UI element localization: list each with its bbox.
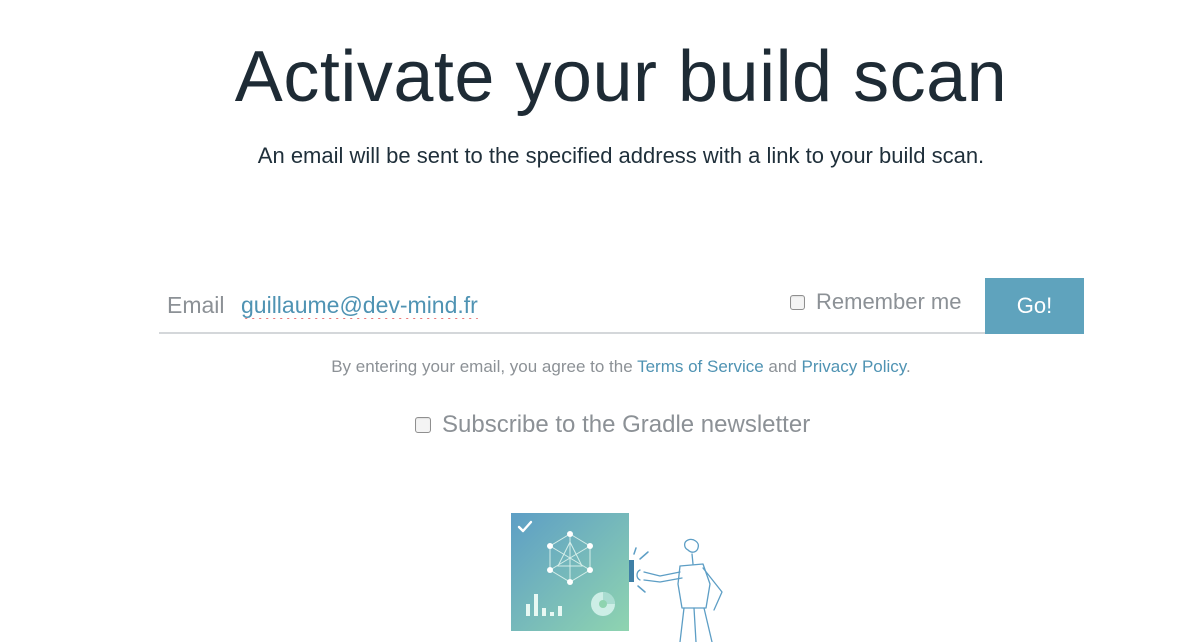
impact-lines (633, 547, 649, 593)
agreement-prefix: By entering your email, you agree to the (331, 357, 638, 376)
email-label: Email (167, 292, 225, 318)
newsletter-checkbox[interactable] (415, 417, 431, 433)
panel-handle (629, 560, 634, 582)
page-subtitle: An email will be sent to the specified a… (257, 143, 985, 168)
remember-me-label: Remember me (816, 289, 962, 314)
pie-chart-icon (591, 592, 615, 616)
email-form: Email Remember me Go! (159, 278, 1084, 334)
person-figure (636, 538, 723, 642)
build-scan-illustration (511, 513, 723, 642)
email-input[interactable] (241, 288, 761, 322)
newsletter-option[interactable]: Subscribe to the Gradle newsletter (415, 410, 810, 440)
terms-agreement-text: By entering your email, you agree to the… (0, 357, 1188, 377)
newsletter-label: Subscribe to the Gradle newsletter (442, 411, 811, 438)
terms-of-service-link[interactable]: Terms of Service (637, 357, 764, 376)
agreement-suffix: . (906, 357, 911, 376)
page-title: Activate your build scan (234, 37, 1008, 117)
go-button[interactable]: Go! (985, 278, 1084, 334)
remember-me-checkbox[interactable] (790, 294, 805, 310)
privacy-policy-link[interactable]: Privacy Policy (802, 357, 907, 376)
email-field-container: Email Remember me (159, 278, 985, 334)
activation-page: Activate your build scan An email will b… (0, 0, 1188, 642)
remember-me-option[interactable]: Remember me (790, 288, 961, 316)
agreement-and: and (763, 357, 802, 376)
